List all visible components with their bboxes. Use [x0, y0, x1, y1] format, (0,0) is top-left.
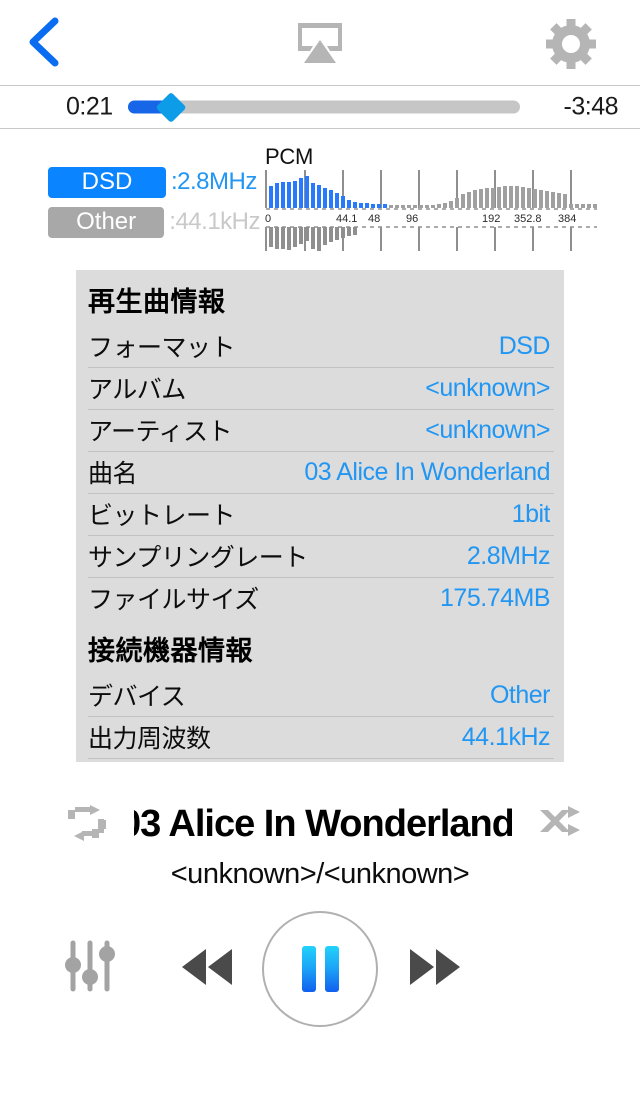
info-value-file-size: 175.74MB: [440, 583, 550, 612]
seek-slider-thumb[interactable]: [155, 91, 187, 123]
info-value-song-title: 03 Alice In Wonderland: [304, 457, 550, 486]
svg-text:96: 96: [406, 213, 418, 225]
other-badge: Other: [48, 206, 165, 238]
info-value-output-frequency: 44.1kHz: [461, 722, 550, 751]
top-navigation-bar: [0, 0, 640, 85]
equalizer-button[interactable]: [55, 928, 125, 1004]
info-label-output-frequency: 出力周波数: [88, 725, 211, 753]
settings-button[interactable]: [540, 16, 602, 72]
format-badge-row-dsd: DSD :2.8MHz: [48, 166, 260, 198]
pause-bar-left: [301, 946, 316, 992]
now-playing-title: 03 Alice In Wonderland: [134, 802, 512, 845]
now-playing-subtitle: <unknown>/<unknown>: [170, 858, 470, 890]
dsd-player-screen: 0:21 -3:48 DSD :2.8MHz Other :44.1kHz PC…: [0, 0, 640, 1096]
info-row-format: フォーマット DSD: [76, 325, 564, 367]
repeat-icon: [68, 805, 106, 841]
graph-bars-upper: [269, 176, 597, 208]
dsd-rate-label: :2.8MHz: [171, 168, 257, 195]
info-row-sampling-rate: サンプリングレート 2.8MHz: [76, 535, 564, 577]
info-label-sampling-rate: サンプリングレート: [88, 544, 308, 572]
info-value-bitrate: 1bit: [511, 499, 550, 528]
info-label-file-size: ファイルサイズ: [88, 586, 259, 614]
pcm-label: PCM: [265, 144, 313, 169]
seek-slider[interactable]: [128, 91, 520, 123]
info-label-device: デバイス: [88, 683, 186, 711]
airplay-icon: [298, 23, 342, 63]
section-title-device-info: 接続機器情報: [88, 636, 253, 666]
svg-text:352.8: 352.8: [514, 213, 542, 225]
svg-text:384: 384: [558, 213, 576, 225]
elapsed-time-label: 0:21: [66, 92, 113, 121]
now-playing-title-marquee: 03 Alice In Wonderland: [134, 796, 512, 852]
info-row-file-size: ファイルサイズ 175.74MB: [76, 577, 564, 619]
info-label-format: フォーマット: [88, 334, 236, 362]
chevron-left-icon: [29, 17, 59, 67]
previous-track-button[interactable]: [172, 934, 242, 1000]
info-label-album: アルバム: [88, 376, 186, 404]
info-value-device: Other: [489, 680, 550, 709]
info-label-song-title: 曲名: [88, 460, 138, 488]
back-button[interactable]: [14, 14, 70, 70]
svg-text:0: 0: [265, 213, 271, 225]
transport-controls: [0, 908, 640, 1028]
remaining-time-label: -3:48: [563, 92, 619, 121]
equalizer-icon: [65, 940, 115, 992]
gear-icon: [546, 19, 596, 69]
panel-bottom-divider: [88, 758, 554, 759]
play-pause-button[interactable]: [262, 911, 378, 1027]
info-value-format: DSD: [498, 331, 550, 360]
format-badge-column: DSD :2.8MHz Other :44.1kHz: [48, 166, 260, 246]
info-value-artist: <unknown>: [425, 415, 550, 444]
shuffle-icon: [540, 806, 580, 836]
frequency-graph: 0 44.1 48 96 192 352.8 384: [264, 168, 598, 252]
progress-divider: [0, 128, 640, 129]
dsd-badge: DSD: [48, 166, 166, 198]
playback-progress-row: 0:21 -3:48: [0, 86, 640, 128]
info-label-artist: アーティスト: [88, 418, 233, 446]
info-row-bitrate: ビットレート 1bit: [76, 493, 564, 535]
info-value-sampling-rate: 2.8MHz: [466, 541, 550, 570]
info-row-artist: アーティスト <unknown>: [76, 409, 564, 451]
shuffle-button[interactable]: [534, 804, 588, 844]
svg-text:48: 48: [368, 213, 380, 225]
frequency-graph-svg: 0 44.1 48 96 192 352.8 384: [265, 170, 597, 251]
repeat-button[interactable]: [60, 804, 114, 844]
svg-text:192: 192: [482, 213, 500, 225]
info-row-device: デバイス Other: [76, 674, 564, 716]
info-value-album: <unknown>: [425, 373, 550, 402]
info-row-album: アルバム <unknown>: [76, 367, 564, 409]
previous-track-icon: [182, 949, 232, 985]
graph-tick-labels: 0 44.1 48 96 192 352.8 384: [265, 213, 576, 225]
format-meter-block: DSD :2.8MHz Other :44.1kHz PCM 0 44.1 48…: [0, 140, 640, 258]
svg-text:44.1: 44.1: [336, 213, 357, 225]
other-rate-label: :44.1kHz: [169, 208, 260, 235]
info-row-song-title: 曲名 03 Alice In Wonderland: [76, 451, 564, 493]
section-title-track-info: 再生曲情報: [88, 287, 226, 317]
next-track-icon: [410, 949, 460, 985]
pause-bar-right: [324, 946, 339, 992]
next-track-button[interactable]: [400, 934, 470, 1000]
info-label-bitrate: ビットレート: [88, 502, 236, 530]
airplay-button[interactable]: [288, 16, 352, 70]
track-info-panel: 再生曲情報 フォーマット DSD アルバム <unknown> アーティスト <…: [76, 270, 564, 762]
format-badge-row-other: Other :44.1kHz: [48, 206, 260, 238]
info-row-output-frequency: 出力周波数 44.1kHz: [76, 716, 564, 758]
now-playing-title-row: 03 Alice In Wonderland: [0, 792, 640, 856]
pause-icon: [301, 946, 339, 992]
